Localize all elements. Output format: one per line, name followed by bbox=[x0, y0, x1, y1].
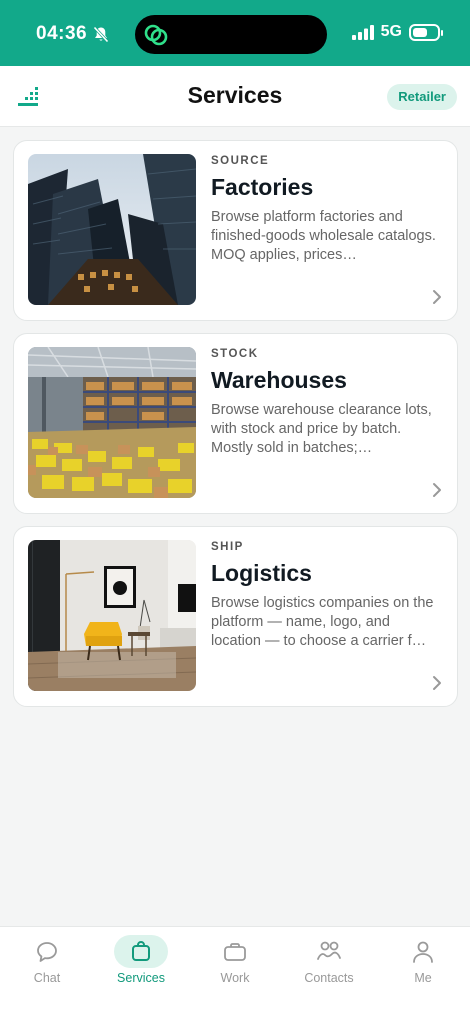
contacts-icon bbox=[302, 935, 356, 968]
dynamic-island bbox=[135, 15, 327, 54]
status-time: 04:36 bbox=[36, 23, 109, 45]
card-eyebrow: STOCK bbox=[211, 348, 259, 360]
briefcase-icon bbox=[208, 935, 262, 968]
chevron-right-icon bbox=[433, 483, 441, 497]
tab-services[interactable]: Services bbox=[94, 927, 188, 1024]
status-indicators: 5G bbox=[351, 23, 443, 41]
tab-chat[interactable]: Chat bbox=[0, 927, 94, 1024]
tab-label: Contacts bbox=[304, 971, 354, 985]
battery-icon bbox=[409, 23, 443, 41]
card-description: Browse platform factories and finished-g… bbox=[211, 209, 436, 263]
chevron-right-icon bbox=[433, 290, 441, 304]
warehouse-photo bbox=[28, 347, 196, 498]
card-description: Browse warehouse clearance lots, with st… bbox=[211, 402, 432, 456]
card-title: Warehouses bbox=[211, 367, 347, 393]
card-text: SOURCE Factories Browse platform factori… bbox=[211, 155, 439, 265]
chat-bubble-icon bbox=[20, 935, 74, 968]
interior-photo bbox=[28, 540, 196, 691]
tab-label: Services bbox=[117, 971, 165, 985]
card-title: Logistics bbox=[211, 560, 312, 586]
tab-label: Chat bbox=[33, 971, 61, 985]
signal-icon bbox=[351, 24, 374, 40]
bell-muted-icon bbox=[93, 25, 109, 43]
person-icon bbox=[396, 935, 450, 968]
card-title: Factories bbox=[211, 174, 314, 200]
chevron-right-icon bbox=[433, 676, 441, 690]
tab-me[interactable]: Me bbox=[376, 927, 470, 1024]
card-text: SHIP Logistics Browse logistics companie… bbox=[211, 541, 439, 651]
skyscrapers-photo bbox=[28, 154, 196, 305]
tab-contacts[interactable]: Contacts bbox=[282, 927, 376, 1024]
tab-label: Work bbox=[220, 971, 250, 985]
services-list: SOURCE Factories Browse platform factori… bbox=[0, 127, 470, 707]
status-bar: 04:36 5G bbox=[0, 0, 470, 66]
card-eyebrow: SOURCE bbox=[211, 155, 270, 167]
service-card-logistics[interactable]: SHIP Logistics Browse logistics companie… bbox=[13, 526, 458, 707]
service-card-warehouses[interactable]: STOCK Warehouses Browse warehouse cleara… bbox=[13, 333, 458, 514]
clock-text: 04:36 bbox=[36, 23, 88, 44]
bottom-tab-bar: Chat Services Work Contacts Me bbox=[0, 926, 470, 1024]
tab-label: Me bbox=[414, 971, 432, 985]
card-text: STOCK Warehouses Browse warehouse cleara… bbox=[211, 348, 439, 458]
card-eyebrow: SHIP bbox=[211, 541, 244, 553]
network-label: 5G bbox=[380, 23, 402, 40]
role-badge[interactable]: Retailer bbox=[387, 84, 457, 110]
service-card-factories[interactable]: SOURCE Factories Browse platform factori… bbox=[13, 140, 458, 321]
app-activity-icon bbox=[144, 24, 168, 46]
tab-work[interactable]: Work bbox=[188, 927, 282, 1024]
card-description: Browse logistics companies on the platfo… bbox=[211, 595, 434, 649]
bag-icon bbox=[114, 935, 168, 968]
nav-header: Services Retailer bbox=[0, 66, 470, 127]
